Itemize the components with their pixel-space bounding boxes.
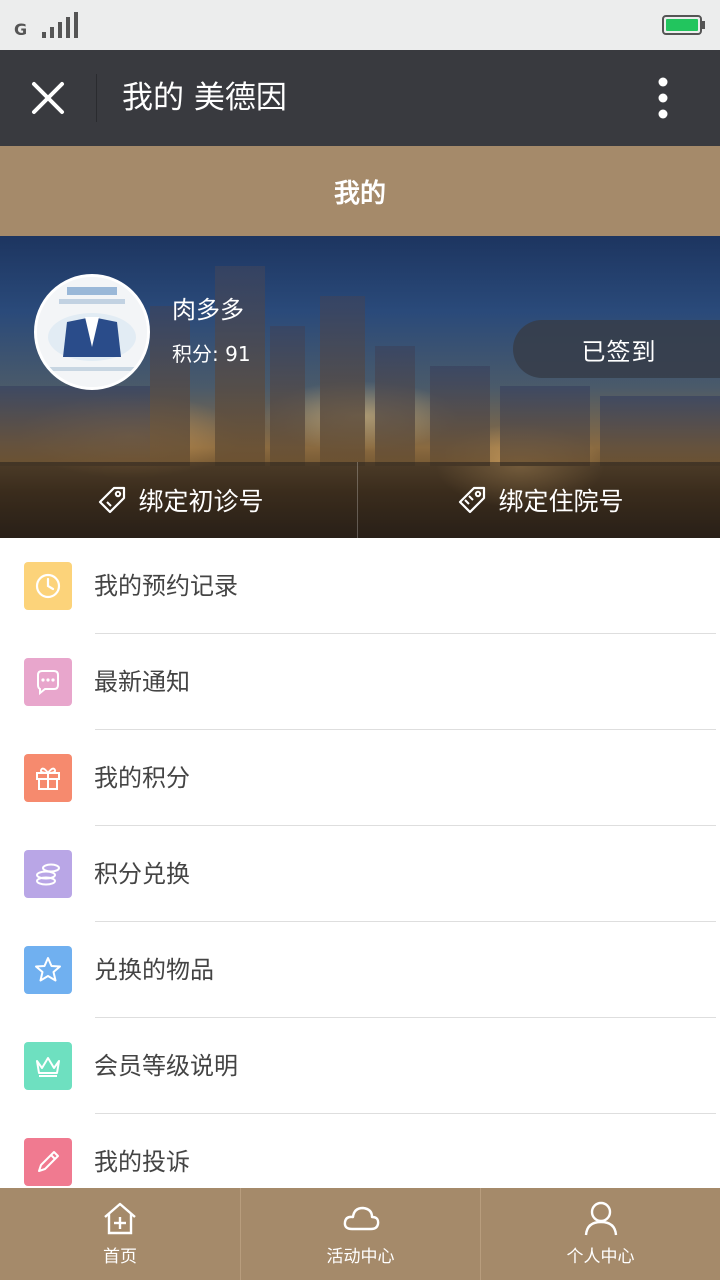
menu-item-label: 我的积分 <box>94 764 190 792</box>
avatar[interactable] <box>34 274 150 390</box>
signin-label: 已签到 <box>581 337 657 366</box>
star-icon <box>35 957 61 982</box>
chat-bubble-icon <box>37 670 59 696</box>
menu-item-label: 积分兑换 <box>94 860 190 888</box>
menu-item-exchanged-items[interactable]: 兑换的物品 <box>0 922 720 1018</box>
carrier-label: G <box>14 20 28 39</box>
bind-first-visit-button[interactable]: 绑定初诊号 <box>0 462 360 538</box>
pencil-icon <box>38 1151 59 1172</box>
menu-item-complaints[interactable]: 我的投诉 <box>0 1114 720 1188</box>
close-icon <box>32 82 64 114</box>
bind-inpatient-button[interactable]: 绑定住院号 <box>360 462 720 538</box>
menu-item-label: 最新通知 <box>94 668 190 696</box>
bind-first-visit-label: 绑定初诊号 <box>138 487 264 516</box>
menu-list: 我的预约记录 最新通知 我的积分 积分兑换 兑换的物品 会员等级说明 我的投诉 <box>0 538 720 1188</box>
bind-row: 绑定初诊号 绑定住院号 <box>0 462 720 538</box>
signin-button[interactable]: 已签到 <box>513 320 720 378</box>
page-header: 我的 <box>0 146 720 236</box>
tag-icon <box>99 486 126 514</box>
menu-item-label: 兑换的物品 <box>94 956 214 984</box>
battery-icon <box>662 15 705 35</box>
signal-bars-icon <box>42 12 78 38</box>
menu-item-label: 我的预约记录 <box>94 572 238 600</box>
tag-icon <box>459 486 486 514</box>
menu-item-label: 我的投诉 <box>94 1148 190 1176</box>
cloud-icon <box>343 1206 379 1231</box>
status-bar: G <box>0 0 720 50</box>
clock-icon <box>35 573 61 599</box>
bind-inpatient-label: 绑定住院号 <box>498 487 624 516</box>
nav-item-personal-center[interactable]: 个人中心 <box>480 1188 720 1280</box>
window-title: 我的 美德因 <box>122 80 287 116</box>
coins-icon <box>36 863 60 886</box>
gift-icon <box>36 767 60 790</box>
nav-label: 个人中心 <box>566 1247 635 1267</box>
page-title: 我的 <box>333 178 386 209</box>
home-icon <box>104 1202 136 1235</box>
menu-item-membership-levels[interactable]: 会员等级说明 <box>0 1018 720 1114</box>
menu-icon-bg <box>24 946 72 994</box>
title-bar: 我的 美德因 <box>0 50 720 146</box>
more-vertical-icon <box>658 77 668 119</box>
menu-item-appointments[interactable]: 我的预约记录 <box>0 538 720 634</box>
menu-item-points-exchange[interactable]: 积分兑换 <box>0 826 720 922</box>
username: 肉多多 <box>172 296 244 324</box>
menu-item-my-points[interactable]: 我的积分 <box>0 730 720 826</box>
nav-item-home[interactable]: 首页 <box>0 1188 240 1280</box>
avatar-image <box>37 277 147 387</box>
bind-divider <box>357 462 358 538</box>
profile-banner: 肉多多 积分: 91 已签到 绑定初诊号 绑定住院号 <box>0 236 720 538</box>
menu-item-label: 会员等级说明 <box>94 1052 238 1080</box>
bottom-nav: 首页 活动中心 个人中心 <box>0 1188 720 1280</box>
menu-icon-bg <box>24 562 72 610</box>
nav-item-activity-center[interactable]: 活动中心 <box>240 1188 480 1280</box>
close-button[interactable] <box>22 72 74 124</box>
points-text: 积分: 91 <box>172 342 251 366</box>
menu-icon-bg <box>24 1138 72 1186</box>
crown-icon <box>36 1057 60 1077</box>
nav-label: 活动中心 <box>326 1247 395 1267</box>
nav-label: 首页 <box>103 1247 137 1267</box>
menu-icon-bg <box>24 754 72 802</box>
menu-icon-bg <box>24 850 72 898</box>
user-icon <box>584 1201 617 1236</box>
more-button[interactable] <box>640 70 686 126</box>
menu-icon-bg <box>24 658 72 706</box>
menu-icon-bg <box>24 1042 72 1090</box>
menu-item-notifications[interactable]: 最新通知 <box>0 634 720 730</box>
title-divider <box>96 74 97 122</box>
